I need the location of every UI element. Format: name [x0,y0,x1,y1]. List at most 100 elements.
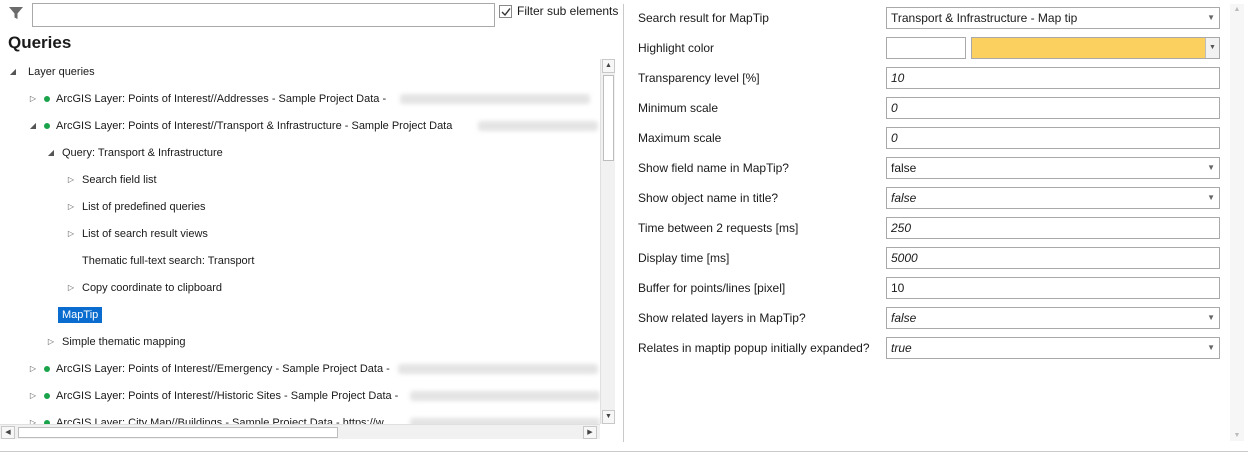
tree-item[interactable]: ▷ ArcGIS Layer: Points of Interest//Addre… [0,86,600,112]
collapsed-arrow-icon[interactable]: ▷ [66,194,76,220]
property-input[interactable]: 0 [886,97,1220,119]
scroll-down-icon[interactable]: ▼ [1230,432,1244,439]
redacted-url [400,94,590,104]
property-row: Search result for MapTip Transport & Infr… [630,3,1222,33]
tree-item[interactable]: ▷ Search field list [0,167,600,193]
property-input[interactable]: 250 [886,217,1220,239]
layer-status-dot-icon [44,366,50,372]
collapsed-arrow-icon[interactable]: ▷ [66,167,76,193]
tree-item-label: ArcGIS Layer: Points of Interest//Addres… [56,93,387,105]
tree-item[interactable]: ◢ Layer queries [0,59,600,85]
property-input[interactable]: 5000 [886,247,1220,269]
queries-pane: Filter sub elements Queries ◢ Layer queri… [0,0,622,445]
tree-item[interactable]: ▷ List of predefined queries [0,194,600,220]
tree-item[interactable]: ◢ Query: Transport & Infrastructure [0,140,600,166]
highlight-color-picker[interactable]: ▼ [971,37,1220,59]
tree-horizontal-scrollbar[interactable]: ◀ ▶ [0,424,600,439]
collapsed-arrow-icon[interactable]: ▷ [46,329,56,355]
property-dropdown[interactable]: Transport & Infrastructure - Map tip ▼ [886,7,1220,29]
expanded-arrow-icon[interactable]: ◢ [8,59,18,85]
property-row: Transparency level [%] 10 [630,63,1222,93]
tree-item-label: ArcGIS Layer: Points of Interest//Histor… [56,390,399,402]
property-value: 10 [891,281,905,295]
expanded-arrow-icon[interactable]: ◢ [28,113,38,139]
chevron-down-icon[interactable]: ▼ [1205,38,1219,58]
property-label: Show field name in MapTip? [638,161,789,175]
property-label: Buffer for points/lines [pixel] [638,281,786,295]
property-row: Maximum scale 0 [630,123,1222,153]
chevron-down-icon[interactable]: ▼ [1207,338,1215,358]
property-label: Search result for MapTip [638,11,769,25]
property-value: 0 [891,101,898,115]
queries-title: Queries [8,33,72,52]
pane-splitter[interactable] [623,4,624,442]
scroll-right-icon[interactable]: ▶ [583,426,597,439]
filter-sub-elements-label: Filter sub elements [517,4,619,18]
property-input[interactable]: 0 [886,127,1220,149]
filter-sub-elements-checkbox[interactable] [499,5,512,18]
tree-item-label: Search field list [82,174,157,186]
property-value: Transport & Infrastructure - Map tip [891,11,1078,25]
collapsed-arrow-icon[interactable]: ▷ [28,410,38,424]
layer-status-dot-icon [44,96,50,102]
tree-item-label: Copy coordinate to clipboard [82,282,223,294]
scroll-thumb[interactable] [603,75,614,161]
tree-item-selected[interactable]: MapTip [0,302,600,328]
collapsed-arrow-icon[interactable]: ▷ [66,221,76,247]
property-value: true [891,341,912,355]
tree-vertical-scrollbar[interactable]: ▲ ▼ [600,59,615,424]
scroll-left-icon[interactable]: ◀ [1,426,15,439]
tree-item[interactable]: Thematic full-text search: Transport [0,248,600,274]
property-label: Show object name in title? [638,191,779,205]
redacted-url [410,391,600,401]
scroll-up-icon[interactable]: ▲ [602,59,615,73]
chevron-down-icon[interactable]: ▼ [1207,8,1215,28]
scroll-thumb-horizontal[interactable] [18,427,338,438]
property-input[interactable]: 10 [886,277,1220,299]
tree-item-label: ArcGIS Layer: Points of Interest//Transp… [56,120,453,132]
property-value: 0 [891,131,898,145]
scroll-down-icon[interactable]: ▼ [602,410,615,424]
bottom-divider [0,451,1248,452]
tree-item[interactable]: ▷ Copy coordinate to clipboard [0,275,600,301]
tree-item[interactable]: ▷ ArcGIS Layer: Points of Interest//Histo… [0,383,600,409]
properties-pane: Search result for MapTip Transport & Infr… [630,0,1230,445]
properties-scrollbar[interactable]: ▲ ▼ [1230,4,1244,441]
tree-item-label: ArcGIS Layer: City Map//Buildings - Samp… [56,417,384,424]
property-dropdown[interactable]: true ▼ [886,337,1220,359]
highlight-color-input[interactable] [886,37,966,59]
scroll-up-icon[interactable]: ▲ [1230,6,1244,13]
property-input[interactable]: 10 [886,67,1220,89]
tree-item-label: Query: Transport & Infrastructure [62,147,223,159]
property-value: 5000 [891,251,918,265]
property-row: Show field name in MapTip? false ▼ [630,153,1222,183]
property-label: Show related layers in MapTip? [638,311,806,325]
tree-item[interactable]: ◢ ArcGIS Layer: Points of Interest//Trans… [0,113,600,139]
tree-item[interactable]: ▷ Simple thematic mapping [0,329,600,355]
tree-item-label: List of predefined queries [82,201,206,213]
property-row: Minimum scale 0 [630,93,1222,123]
chevron-down-icon[interactable]: ▼ [1207,188,1215,208]
expanded-arrow-icon[interactable]: ◢ [46,140,56,166]
property-dropdown[interactable]: false ▼ [886,187,1220,209]
chevron-down-icon[interactable]: ▼ [1207,158,1215,178]
property-label: Transparency level [%] [638,71,760,85]
chevron-down-icon[interactable]: ▼ [1207,308,1215,328]
tree-item-label: MapTip [58,307,103,323]
collapsed-arrow-icon[interactable]: ▷ [66,275,76,301]
collapsed-arrow-icon[interactable]: ▷ [28,383,38,409]
property-value: false [891,311,917,325]
collapsed-arrow-icon[interactable]: ▷ [28,86,38,112]
filter-icon[interactable] [8,5,24,21]
filter-input[interactable] [32,3,495,27]
property-dropdown[interactable]: false ▼ [886,157,1220,179]
property-label: Minimum scale [638,101,719,115]
tree-item[interactable]: ▷ ArcGIS Layer: City Map//Buildings - Sam… [0,410,600,424]
tree-item[interactable]: ▷ ArcGIS Layer: Points of Interest//Emerg… [0,356,600,382]
property-row: Highlight color ▼ [630,33,1222,63]
property-row: Display time [ms] 5000 [630,243,1222,273]
property-dropdown[interactable]: false ▼ [886,307,1220,329]
collapsed-arrow-icon[interactable]: ▷ [28,356,38,382]
property-row: Show object name in title? false ▼ [630,183,1222,213]
tree-item[interactable]: ▷ List of search result views [0,221,600,247]
